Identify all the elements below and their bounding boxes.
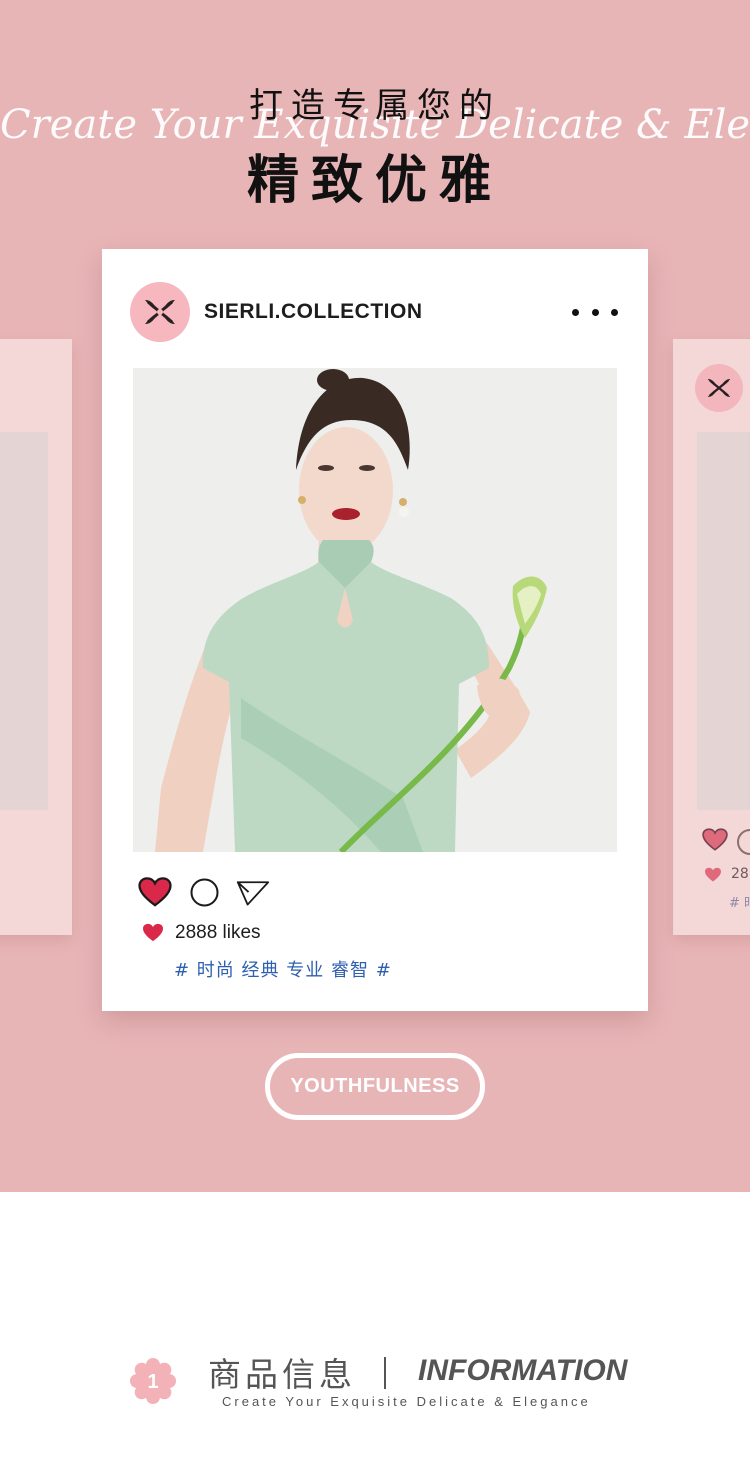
post-card: SIERLI.COLLECTION 2888 likes # 时尚 经典 专业 … (102, 249, 648, 1011)
more-options-button[interactable] (572, 299, 618, 325)
hero-title-line-1: 打造专属您的 (249, 86, 501, 126)
brand-name[interactable]: SIERLI.COLLECTION (204, 300, 423, 324)
sierli-monogram-icon (707, 379, 731, 397)
section-title-zh: 商品信息 (208, 1355, 356, 1394)
brand-avatar[interactable] (130, 282, 190, 342)
side-card-right: 28 # 时 (673, 339, 750, 935)
hero-section: 打造专属您的 Create Your Exquisite Delicate & … (0, 0, 750, 1192)
heart-icon (143, 923, 163, 942)
heart-icon (705, 867, 721, 882)
like-button[interactable] (138, 875, 172, 909)
sierli-monogram-icon (145, 300, 175, 324)
badge-number: 1 (147, 1371, 158, 1393)
side-tags-text: # 时 (729, 896, 750, 911)
section-divider (384, 1357, 386, 1389)
more-dots-icon (611, 308, 618, 316)
more-dots-icon (572, 308, 579, 316)
side-card-photo (0, 432, 48, 810)
post-photo (133, 368, 617, 852)
section-subtitle: Create Your Exquisite Delicate & Eleganc… (222, 1394, 591, 1409)
likes-row: 2888 likes (142, 922, 261, 944)
heart-icon (702, 828, 728, 851)
fashion-model-image (133, 368, 617, 852)
section-title-en: INFORMATION (418, 1354, 628, 1387)
hashtags[interactable]: # 时尚 经典 专业 睿智 # (174, 956, 392, 982)
side-likes-text: 28 (731, 866, 749, 882)
comment-button[interactable] (187, 875, 221, 909)
side-card-photo (697, 432, 750, 810)
send-icon (236, 880, 270, 905)
comment-icon (737, 829, 750, 855)
heart-icon (138, 876, 172, 907)
youthfulness-button[interactable]: YOUTHFULNESS (265, 1053, 485, 1120)
hero-title-line-2: 精致优雅 (246, 151, 503, 211)
side-card-avatar (695, 364, 743, 412)
share-button[interactable] (236, 875, 270, 909)
comment-icon (190, 878, 218, 906)
flower-number-badge: 1 (130, 1358, 176, 1404)
likes-count[interactable]: 2888 likes (175, 922, 261, 944)
side-card-left (0, 339, 72, 935)
more-dots-icon (591, 308, 599, 316)
post-actions (138, 875, 270, 909)
